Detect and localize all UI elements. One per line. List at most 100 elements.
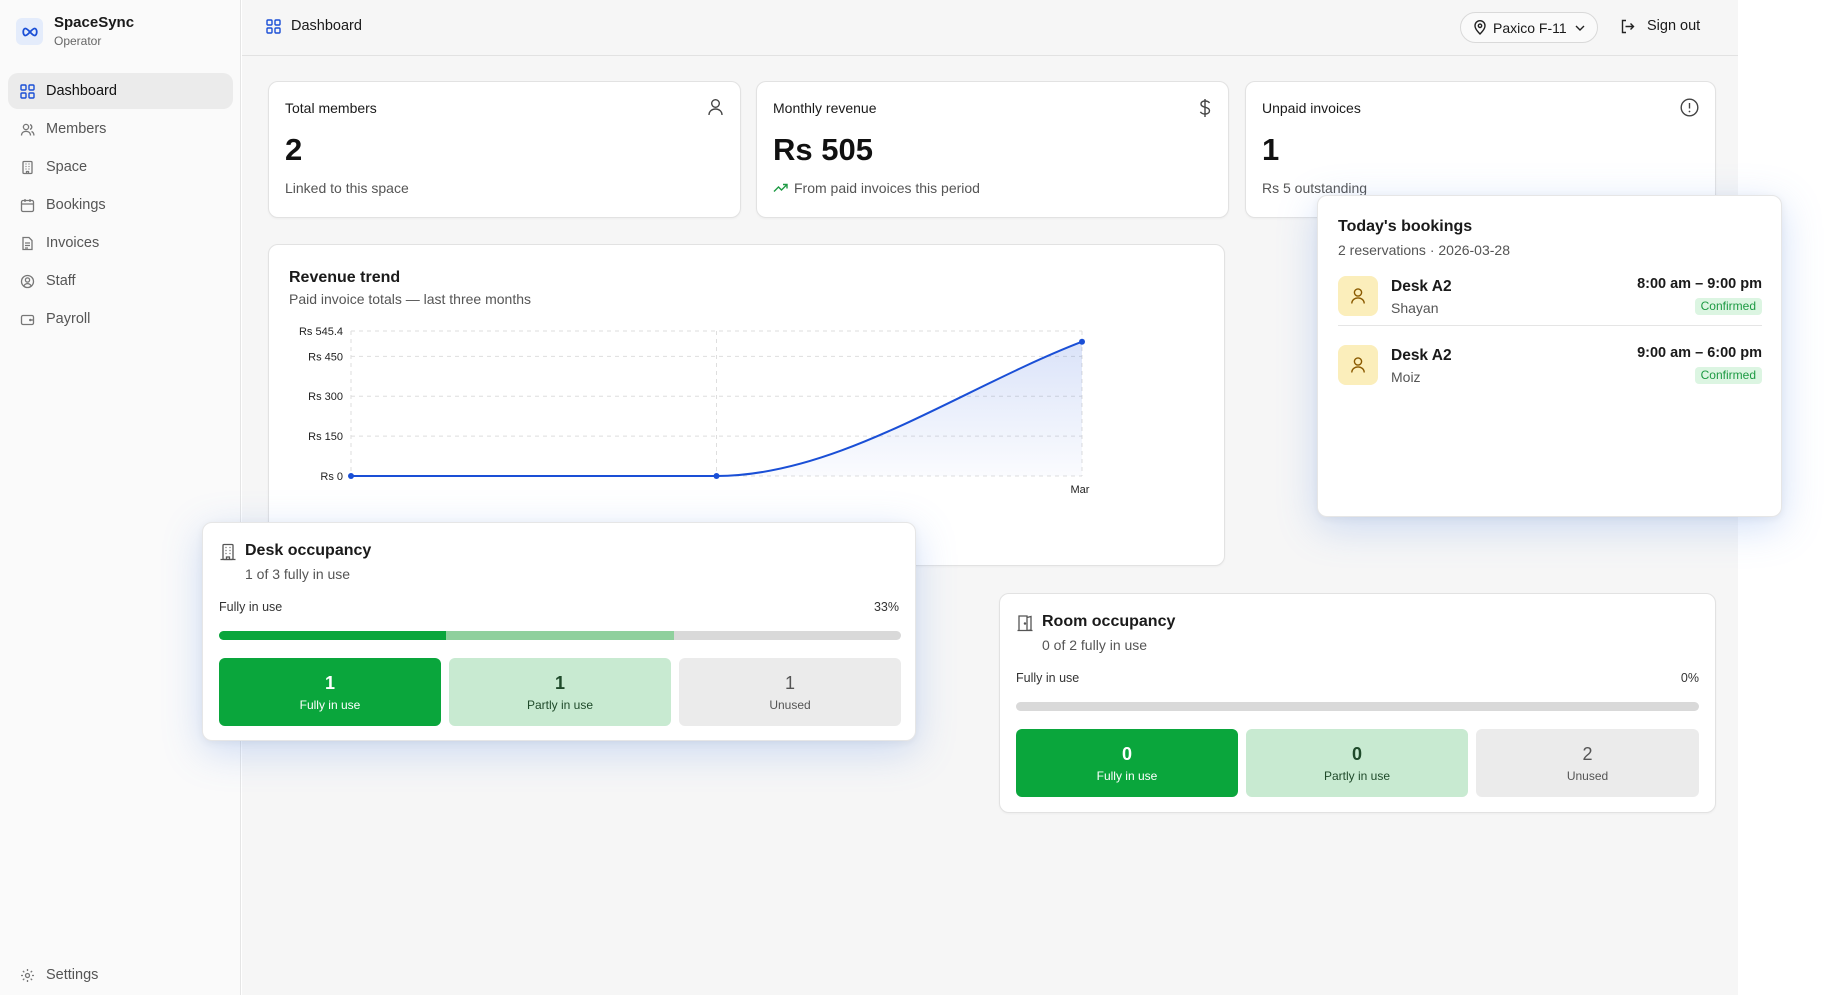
user-icon [708,99,723,116]
tile-fully-in-use[interactable]: 0 Fully in use [1016,729,1238,797]
stat-subtext-label: Linked to this space [285,180,409,196]
revenue-point [713,473,720,479]
stat-subtext: Linked to this space [285,180,409,196]
stat-subtext-label: From paid invoices this period [794,180,980,196]
revenue-trend-card: Revenue trend Paid invoice totals — last… [268,244,1225,566]
status-badge: Confirmed [1694,298,1762,315]
occupancy-bar-label: Fully in use [1016,671,1080,685]
tile-count: 1 [784,673,795,693]
booking-time: 8:00 am – 9:00 pm [1637,276,1762,292]
sidebar-item-settings[interactable]: Settings [8,957,233,993]
revenue-point [348,473,354,479]
stat-title: Monthly revenue [773,100,877,116]
sidebar-item-label: Payroll [46,311,91,327]
occupancy-title: Desk occupancy [245,542,372,559]
stat-value: 2 [285,132,303,167]
y-tick-label: Rs 300 [308,391,343,403]
y-tick-label: Rs 450 [308,351,343,363]
sidebar-item-label: Dashboard [46,83,117,99]
sidebar-item-label: Members [46,121,107,137]
brand[interactable]: SpaceSync Operator [16,14,134,49]
sidebar-item-bookings[interactable]: Bookings [8,187,233,223]
user-icon [1351,288,1365,304]
calendar-icon [20,198,35,212]
door-icon [1017,615,1033,632]
occupancy-bar-label: Fully in use [219,600,283,614]
topbar: Dashboard Paxico F-11 Sign out [242,0,1738,56]
trending-up-icon [773,183,788,192]
tile-label: Partly in use [526,698,594,712]
revenue-area [351,341,1082,476]
occupancy-bar [1016,702,1699,711]
occupancy-bar-partial [446,631,674,640]
divider [1338,325,1762,326]
occupancy-title: Room occupancy [1042,613,1176,630]
location-label: Paxico F-11 [1493,19,1567,36]
breadcrumb: Dashboard [266,18,362,34]
revenue-chart: Rs 0 Rs 150 Rs 300 Rs 450 Rs 545.4 Mar [299,326,1090,496]
sidebar-item-dashboard[interactable]: Dashboard [8,73,233,109]
bookings-subtitle: 2 reservations · 2026-03-28 [1338,242,1510,258]
file-icon [22,236,33,250]
tile-count: 0 [1351,744,1362,764]
tile-partly-in-use[interactable]: 0 Partly in use [1246,729,1468,797]
occupancy-percent: 33% [873,600,899,614]
desk-occupancy-card: Desk occupancy 1 of 3 fully in use Fully… [202,522,916,741]
tile-fully-in-use[interactable]: 1 Fully in use [219,658,441,726]
building-icon [22,160,33,174]
stat-value: 1 [1262,132,1280,167]
building-icon [220,543,236,561]
sidebar-item-label: Space [46,159,88,175]
booking-member: Moiz [1391,369,1421,385]
app-role: Operator [54,34,102,48]
chevron-down-icon [1575,25,1585,31]
sidebar-item-staff[interactable]: Staff [8,263,233,299]
stat-value: Rs 505 [773,132,873,167]
sidebar-nav: Dashboard Members Space Bookings Invoice… [8,73,233,339]
stat-subtext: From paid invoices this period [773,180,980,196]
dashboard-icon [266,18,281,34]
y-tick-label: Rs 545.4 [299,326,343,338]
booking-time: 9:00 am – 6:00 pm [1637,345,1762,361]
tile-unused[interactable]: 1 Unused [679,658,901,726]
tile-label: Unused [769,698,811,712]
sidebar-item-label: Invoices [46,235,100,251]
tile-label: Fully in use [1096,769,1158,783]
booking-member: Shayan [1391,300,1439,316]
tile-partly-in-use[interactable]: 1 Partly in use [449,658,671,726]
location-selector[interactable]: Paxico F-11 [1460,12,1598,43]
bookings-title: Today's bookings [1338,218,1473,235]
sidebar-item-label: Bookings [46,197,106,213]
dashboard-icon [20,83,35,99]
y-tick-label: Rs 0 [320,471,343,483]
stat-subtext: Rs 5 outstanding [1262,180,1367,196]
status-badge: Confirmed [1694,367,1762,384]
booking-row[interactable]: Desk A2 Moiz 9:00 am – 6:00 pm Confirmed [1338,345,1762,403]
todays-bookings-card: Today's bookings 2 reservations · 2026-0… [1317,195,1782,517]
booking-desk: Desk A2 [1391,278,1452,295]
infinity-logo-icon [16,18,43,45]
sidebar-item-space[interactable]: Space [8,149,233,185]
tile-unused[interactable]: 2 Unused [1476,729,1699,797]
sidebar-item-invoices[interactable]: Invoices [8,225,233,261]
occupancy-header: Desk occupancy 1 of 3 fully in use [219,541,371,583]
dollar-icon [1199,99,1211,117]
tile-label: Partly in use [1323,769,1391,783]
user-circle-icon [20,274,35,288]
sidebar-item-members[interactable]: Members [8,111,233,147]
y-tick-label: Rs 150 [308,431,343,443]
occupancy-tiles: 0 Fully in use 0 Partly in use 2 Unused [1016,729,1699,797]
stat-card-monthly-revenue: Monthly revenue Rs 505 From paid invoice… [756,81,1229,218]
tile-count: 1 [324,673,335,693]
page-title: Dashboard [291,18,362,34]
stat-title: Unpaid invoices [1262,100,1361,116]
sign-out-label: Sign out [1647,18,1701,34]
avatar [1338,345,1378,385]
tile-count: 1 [554,673,565,693]
sign-out-button[interactable]: Sign out [1620,18,1700,34]
user-icon [1351,357,1365,373]
booking-desk: Desk A2 [1391,347,1452,364]
revenue-point [1079,338,1085,345]
tile-count: 2 [1582,744,1593,764]
sidebar-item-payroll[interactable]: Payroll [8,301,233,337]
